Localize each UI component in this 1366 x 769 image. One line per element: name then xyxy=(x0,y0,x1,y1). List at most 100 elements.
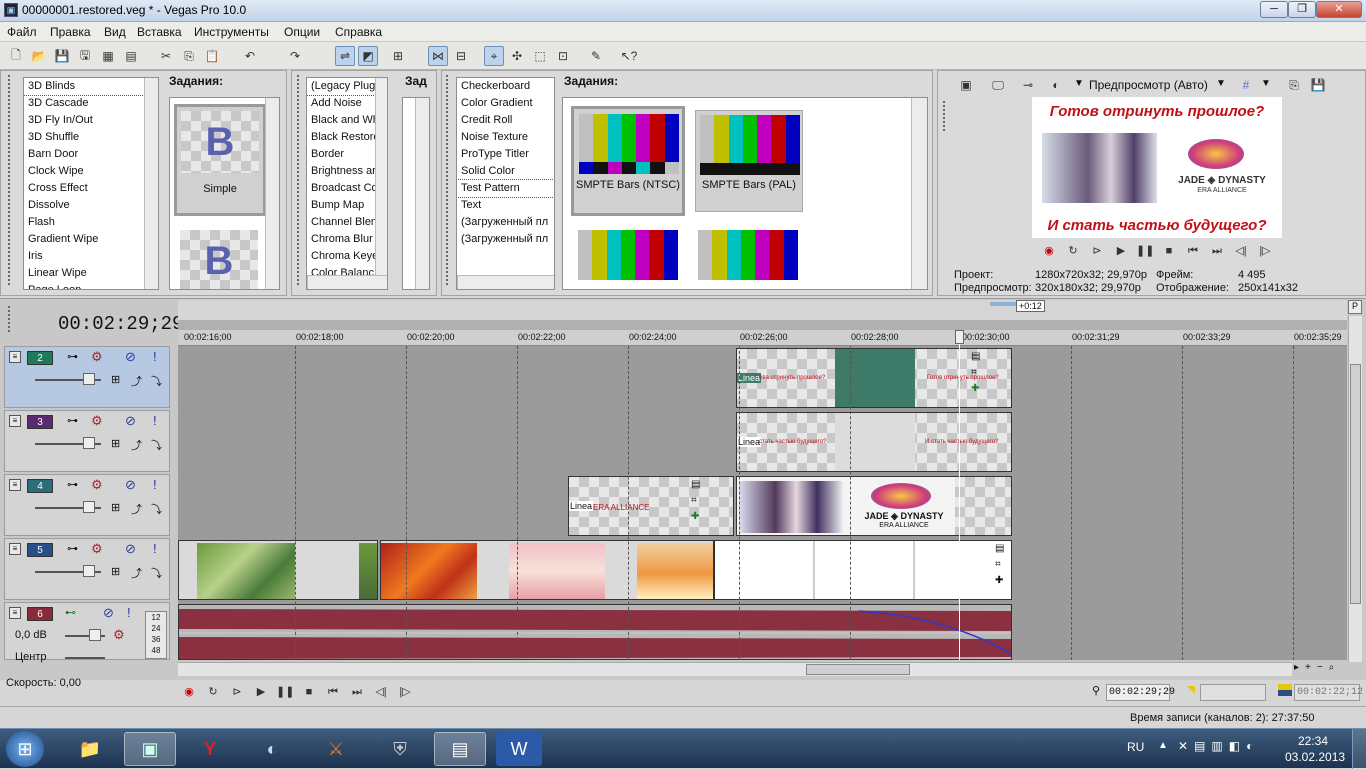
auto-crossfade-icon[interactable]: ⋈ xyxy=(428,46,448,66)
child-icon[interactable]: ⤵ xyxy=(151,373,162,389)
panel-grip[interactable] xyxy=(446,75,452,285)
track-fx-icon[interactable]: ⚙ xyxy=(91,541,103,557)
event-pan-crop-icon[interactable]: ⌗ xyxy=(971,367,977,378)
solo-icon[interactable]: ! xyxy=(153,349,157,364)
chevron-down-icon[interactable]: ▼ xyxy=(1261,78,1271,89)
loop-icon[interactable]: ↻ xyxy=(204,684,222,700)
scroll-thumb[interactable] xyxy=(806,664,910,675)
event-fx-icon[interactable]: ▤ xyxy=(971,351,980,362)
record-icon[interactable]: ◉ xyxy=(180,684,198,700)
menu-file[interactable]: Файл xyxy=(7,25,37,39)
wot-taskbar-icon[interactable]: ⛨ xyxy=(374,732,426,766)
video-event-logo-2[interactable]: JADE ◈ DYNASTY ERA ALLIANCE xyxy=(736,476,1012,536)
audio-fx-icon[interactable]: ⚙ xyxy=(113,627,125,643)
word-taskbar-icon[interactable]: W xyxy=(496,732,542,766)
vertical-scrollbar[interactable] xyxy=(1348,316,1362,662)
language-indicator[interactable]: RU xyxy=(1127,740,1144,754)
track-header-5[interactable]: ≡ 5 ⊶ ⚙ ⊘ ! ⊞ ⤴ ⤵ xyxy=(4,538,170,600)
list-item[interactable]: ProType Titler xyxy=(457,146,554,163)
prev-frame-icon[interactable]: ◁| xyxy=(372,684,390,700)
timeline-grip[interactable] xyxy=(178,320,1347,330)
mute-icon[interactable]: ⊘ xyxy=(125,413,136,429)
yandex-taskbar-icon[interactable]: Y xyxy=(184,732,236,766)
pause-icon[interactable]: ❚❚ xyxy=(1136,243,1154,259)
video-event-title-2[interactable]: Linea стать частью будущего? И стать час… xyxy=(736,412,1012,472)
mini-scroll-button[interactable]: P xyxy=(1348,300,1362,314)
selection-start-field[interactable] xyxy=(1200,684,1266,701)
mute-icon[interactable]: ⊘ xyxy=(125,541,136,557)
chevron-down-icon[interactable]: ▼ xyxy=(1074,78,1084,89)
game-taskbar-icon[interactable]: ⚔ xyxy=(310,732,362,766)
go-to-start-icon[interactable]: ⏮ xyxy=(324,684,342,700)
mute-icon[interactable]: ⊘ xyxy=(125,477,136,493)
undo-icon[interactable]: ↶ xyxy=(240,46,260,66)
maximize-button[interactable]: ❐ xyxy=(1288,1,1316,18)
panel-grip[interactable] xyxy=(297,75,303,285)
ignore-grouping-icon[interactable]: ⊞ xyxy=(388,46,408,66)
track-motion-icon[interactable]: ⊶ xyxy=(67,414,78,427)
save-as-icon[interactable]: 🖫 xyxy=(75,46,95,66)
next-frame-icon[interactable]: |▷ xyxy=(396,684,414,700)
track-header-3[interactable]: ≡ 3 ⊶ ⚙ ⊘ ! ⊞ ⤴ ⤵ xyxy=(4,410,170,472)
track-expand-icon[interactable]: ≡ xyxy=(9,415,21,427)
compositing-mode-icon[interactable]: ⊞ xyxy=(111,373,120,386)
menu-help[interactable]: Справка xyxy=(335,25,382,39)
list-item[interactable]: Flash xyxy=(24,214,158,231)
list-hscrollbar[interactable] xyxy=(457,275,554,289)
track-expand-icon[interactable]: ≡ xyxy=(9,479,21,491)
list-item[interactable]: 3D Fly In/Out xyxy=(24,112,158,129)
track-motion-icon[interactable]: ⊶ xyxy=(67,542,78,555)
play-icon[interactable]: ▶ xyxy=(252,684,270,700)
close-button[interactable]: ✕ xyxy=(1316,1,1362,18)
presets-scrollbar[interactable] xyxy=(415,98,429,289)
loop-icon[interactable]: ↻ xyxy=(1064,243,1082,259)
event-pan-crop-icon[interactable]: ⌗ xyxy=(691,495,697,506)
list-item[interactable]: Credit Roll xyxy=(457,112,554,129)
normal-edit-tool-icon[interactable]: ⌖ xyxy=(484,46,504,66)
fx-bypass-icon[interactable]: ⊸ xyxy=(1018,75,1038,95)
record-icon[interactable]: ◉ xyxy=(1040,243,1058,259)
event-fx-icon[interactable]: ▤ xyxy=(995,543,1004,554)
list-item[interactable]: 3D Blinds xyxy=(24,78,158,96)
event-envelope-icon[interactable]: ✚ xyxy=(971,383,979,394)
list-hscrollbar[interactable] xyxy=(307,275,387,289)
menu-edit[interactable]: Правка xyxy=(50,25,91,39)
go-to-end-icon[interactable]: ⏭ xyxy=(1208,243,1226,259)
list-item[interactable]: 3D Cascade xyxy=(24,95,158,112)
menu-options[interactable]: Опции xyxy=(284,25,320,39)
video-event-fire[interactable] xyxy=(380,540,714,600)
playhead[interactable] xyxy=(959,330,960,660)
slider-thumb[interactable] xyxy=(83,565,95,577)
new-icon[interactable]: 🗋 xyxy=(6,46,26,66)
tray-icons[interactable]: ✕▤▥◧◐ xyxy=(1178,739,1259,753)
cursor-time-field[interactable]: 00:02:29;29 xyxy=(1106,684,1175,701)
track-motion-icon[interactable]: ⊶ xyxy=(67,478,78,491)
audio-event-waveform[interactable] xyxy=(178,604,1012,660)
list-item[interactable]: Iris xyxy=(24,248,158,265)
copy-icon[interactable]: ⎘ xyxy=(179,46,199,66)
track-fx-icon[interactable]: ⚙ xyxy=(91,349,103,365)
list-item[interactable]: Cross Effect xyxy=(24,180,158,197)
external-monitor-icon[interactable]: 🖵 xyxy=(988,75,1008,95)
save-snapshot-icon[interactable]: 💾 xyxy=(1308,75,1328,95)
envelope-tool-icon[interactable]: ✣ xyxy=(507,46,527,66)
list-item[interactable]: (Загруженный пл xyxy=(457,214,554,231)
list-item[interactable]: Noise Texture xyxy=(457,129,554,146)
list-item[interactable]: (Загруженный пл xyxy=(457,231,554,248)
save-icon[interactable]: 💾 xyxy=(52,46,72,66)
preset-thumbnail-4[interactable] xyxy=(698,230,798,280)
track-header-6-audio[interactable]: ≡ 6 ⊷ ⊘ ! 0,0 dB ⚙ Центр 12 24 36 48 xyxy=(4,602,170,663)
list-scrollbar[interactable] xyxy=(144,78,158,289)
track-fx-icon[interactable]: ⚙ xyxy=(91,413,103,429)
clock-date[interactable]: 03.02.2013 xyxy=(1285,750,1345,764)
redo-icon[interactable]: ↷ xyxy=(285,46,305,66)
slider-thumb[interactable] xyxy=(83,373,95,385)
track-fx-icon[interactable]: ⊷ xyxy=(65,606,76,619)
explorer-taskbar-icon[interactable]: 📁 xyxy=(64,732,116,766)
preset-thumbnail-3[interactable] xyxy=(578,230,678,280)
event-pan-crop-icon[interactable]: ⌗ xyxy=(995,559,1001,570)
mute-icon[interactable]: ⊘ xyxy=(125,349,136,365)
render-icon[interactable]: ▦ xyxy=(98,46,118,66)
menu-tools[interactable]: Инструменты xyxy=(194,25,269,39)
event-envelope-icon[interactable]: ✚ xyxy=(691,511,699,522)
